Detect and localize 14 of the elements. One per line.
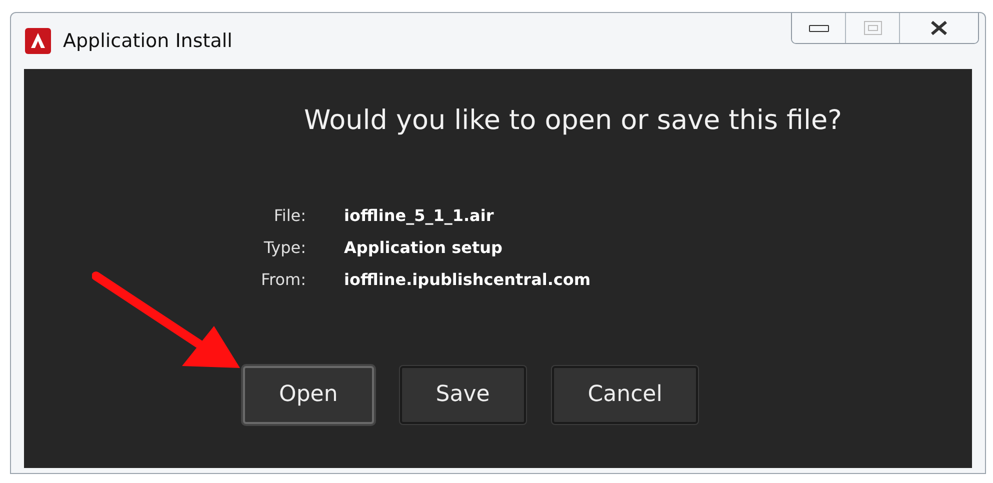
dialog-button[interactable]: Save [400, 366, 526, 424]
detail-value: ioffline.ipublishcentral.com [344, 268, 591, 290]
dialog-heading: Would you like to open or save this file? [304, 104, 842, 138]
detail-label: File: [272, 204, 306, 226]
app-logo-icon [25, 28, 51, 54]
close-icon [929, 20, 949, 36]
detail-value: Application setup [344, 236, 504, 258]
window-title: Application Install [63, 29, 232, 54]
dialog-button[interactable]: Open [243, 366, 374, 424]
detail-label: From: [260, 268, 306, 290]
dialog-button[interactable]: Cancel [552, 366, 698, 424]
detail-value: ioffline_5_1_1.air [344, 204, 495, 226]
minimize-button[interactable] [792, 13, 846, 43]
detail-label: Type: [262, 236, 306, 258]
